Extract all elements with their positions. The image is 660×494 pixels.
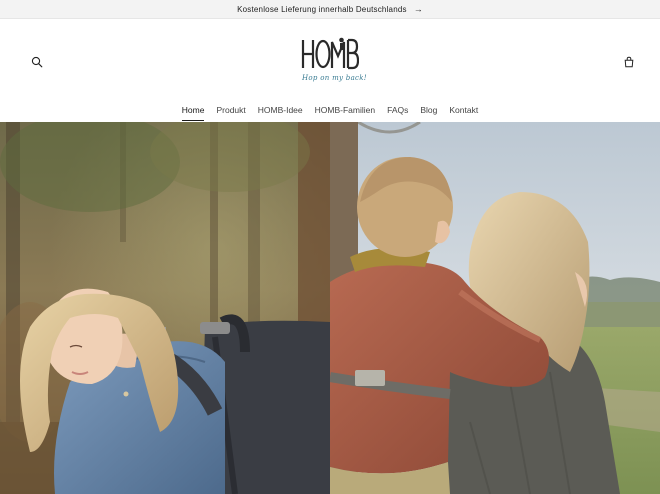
site-header: Hop on my back! bbox=[0, 20, 660, 102]
search-icon bbox=[31, 56, 43, 68]
hero-image-woman-backpack bbox=[0, 122, 330, 494]
search-button[interactable] bbox=[28, 53, 46, 71]
logo-tagline: Hop on my back! bbox=[302, 74, 367, 82]
nav-kontakt[interactable]: Kontakt bbox=[443, 102, 484, 122]
site-logo[interactable]: Hop on my back! bbox=[290, 36, 370, 88]
hero-image-parent-child bbox=[330, 122, 660, 494]
announcement-text[interactable]: Kostenlose Lieferung innerhalb Deutschla… bbox=[237, 5, 407, 14]
cart-icon bbox=[624, 56, 634, 68]
nav-produkt[interactable]: Produkt bbox=[210, 102, 251, 122]
hero-banner bbox=[0, 122, 660, 494]
nav-homb-familien[interactable]: HOMB-Familien bbox=[309, 102, 381, 122]
nav-faqs[interactable]: FAQs bbox=[381, 102, 414, 122]
arrow-right-icon: → bbox=[413, 3, 423, 14]
nav-homb-idee[interactable]: HOMB-Idee bbox=[252, 102, 309, 122]
main-navigation: Home Produkt HOMB-Idee HOMB-Familien FAQ… bbox=[0, 102, 660, 122]
nav-home[interactable]: Home bbox=[176, 102, 211, 122]
cart-button[interactable] bbox=[620, 53, 638, 71]
announcement-bar[interactable]: Kostenlose Lieferung innerhalb Deutschla… bbox=[0, 0, 660, 19]
nav-blog[interactable]: Blog bbox=[414, 102, 443, 122]
